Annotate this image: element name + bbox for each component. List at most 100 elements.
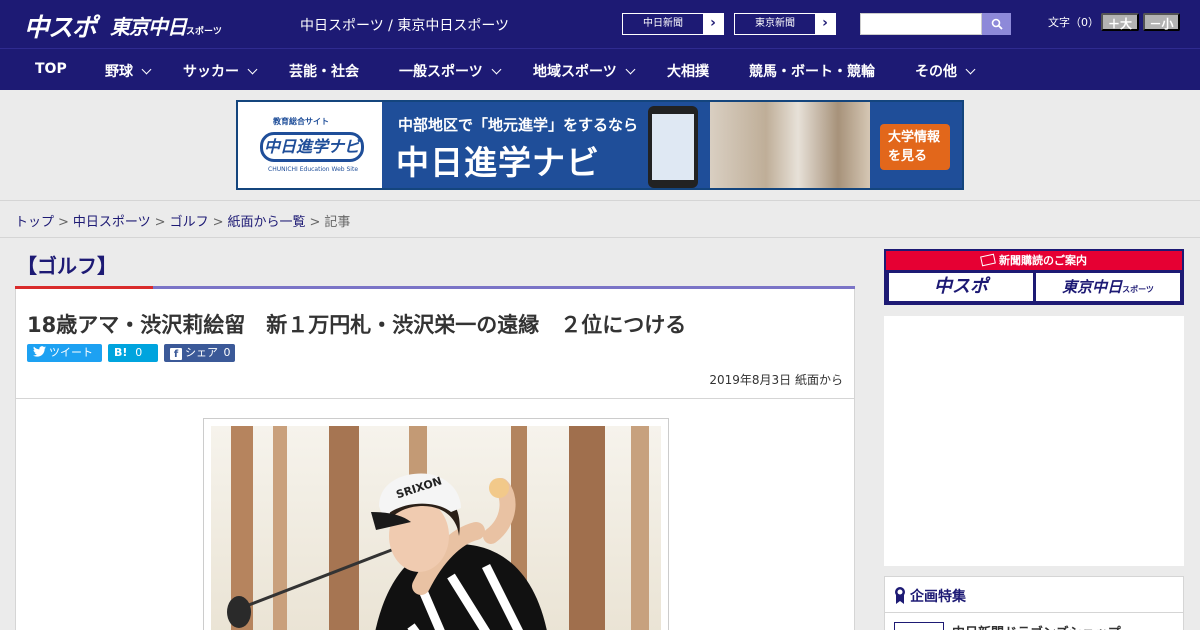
chunichi-shimbun-label: 中日新聞 <box>623 14 703 34</box>
article-divider <box>16 398 854 399</box>
nav-soccer-label: サッカー <box>183 64 239 80</box>
feature-title-text: 企画特集 <box>910 589 966 605</box>
category-title: 【ゴルフ】 <box>17 254 117 278</box>
ad-logo-subtitle: 教育総合サイト <box>273 117 329 126</box>
breadcrumb-current: 記事 <box>324 215 351 230</box>
facebook-share-label: シェア <box>185 346 218 359</box>
nav-regional-sports-label: 地域スポーツ <box>533 64 617 80</box>
tokyo-chunichi-logo[interactable]: 東京中日スポーツ <box>110 11 222 40</box>
chuspo-logo[interactable]: 中スポ <box>24 8 97 44</box>
tokyo-shimbun-label: 東京新聞 <box>735 14 815 34</box>
article-photo-frame: SRIXON <box>203 418 669 630</box>
article-headline: 18歳アマ・渋沢莉絵留 新１万円札・渋沢栄一の遠縁 ２位につける <box>27 313 687 337</box>
golfer-photo[interactable]: SRIXON <box>211 426 661 630</box>
breadcrumb: トップ > 中日スポーツ > ゴルフ > 紙面から一覧 > 記事 <box>0 200 1200 238</box>
search-button[interactable] <box>982 13 1011 35</box>
ribbon-icon <box>895 587 905 604</box>
sub-chuspo-logo: 中スポ <box>889 273 1033 301</box>
nav-baseball[interactable]: 野球 <box>105 61 152 81</box>
dragons-shop-link[interactable]: 中日新聞ドラゴンズショップ <box>952 622 1121 630</box>
ad-logo-english: CHUNICHI Education Web Site <box>268 166 359 173</box>
subscription-heading: 新聞購読のご案内 <box>886 251 1182 270</box>
nav-baseball-label: 野球 <box>105 64 133 80</box>
feature-divider <box>885 612 1183 613</box>
site-title: 中日スポーツ / 東京中日スポーツ <box>300 18 510 34</box>
nav-regional-sports[interactable]: 地域スポーツ <box>533 61 636 81</box>
subscription-heading-text: 新聞購読のご案内 <box>999 254 1087 267</box>
ad-cta-line2: を見る <box>888 149 928 164</box>
shingaku-navi-ad[interactable]: 教育総合サイト 中日進学ナビ CHUNICHI Education Web Si… <box>236 100 964 190</box>
nav-top-label: TOP <box>35 61 67 77</box>
nav-general-sports[interactable]: 一般スポーツ <box>399 61 502 81</box>
chevron-right-icon: › <box>815 14 835 34</box>
newspaper-icon <box>980 253 996 267</box>
ad-cta-button: 大学情報 を見る <box>880 124 950 170</box>
nav-entertainment-label: 芸能・社会 <box>289 64 359 80</box>
article: 18歳アマ・渋沢莉絵留 新１万円札・渋沢栄一の遠縁 ２位につける ツイート B!… <box>15 289 855 630</box>
nav-other-label: その他 <box>915 64 957 80</box>
nav-general-sports-label: 一般スポーツ <box>399 64 483 80</box>
chevron-down-icon <box>247 64 258 75</box>
breadcrumb-separator: > <box>58 215 69 230</box>
feature-section: 企画特集 中日新聞ドラゴンズショップ <box>884 576 1184 630</box>
subscription-banner[interactable]: 新聞購読のご案内 中スポ 東京中日スポーツ <box>884 249 1184 305</box>
students-photo <box>710 102 870 188</box>
chevron-down-icon <box>965 64 976 75</box>
breadcrumb-top[interactable]: トップ <box>15 215 54 230</box>
chevron-down-icon <box>491 64 502 75</box>
breadcrumb-chunichi-sports[interactable]: 中日スポーツ <box>73 215 151 230</box>
main-nav: TOP 野球 サッカー 芸能・社会 一般スポーツ 地域スポーツ 大相撲 競馬・ボ… <box>0 48 1200 90</box>
category-header: 【ゴルフ】 <box>15 250 855 289</box>
ad-title: 中日進学ナビ <box>396 143 600 182</box>
sub-tokyo-chunichi-text: 東京中日 <box>1062 278 1123 296</box>
twitter-bird-icon <box>33 346 46 357</box>
hatena-icon: B! <box>114 346 128 359</box>
nav-soccer[interactable]: サッカー <box>183 61 258 81</box>
facebook-icon: f <box>170 348 182 360</box>
hatena-count: 0 <box>135 346 143 359</box>
facebook-share-button[interactable]: f シェア 0 <box>164 344 235 362</box>
chunichi-shimbun-link[interactable]: 中日新聞 › <box>622 13 724 35</box>
article-date: 2019年8月3日 紙面から <box>709 373 843 387</box>
search-icon <box>991 18 1003 30</box>
golfer-illustration: SRIXON <box>211 426 661 630</box>
tweet-label: ツイート <box>49 346 93 359</box>
tokyo-chunichi-logo-text: 東京中日 <box>110 15 187 39</box>
ad-logo: 中日進学ナビ <box>260 132 364 162</box>
chevron-down-icon <box>141 64 152 75</box>
sub-tokyo-chunichi-suffix: スポーツ <box>1122 285 1154 294</box>
nav-other[interactable]: その他 <box>915 61 976 81</box>
breadcrumb-separator: > <box>309 215 321 230</box>
smartphone-image <box>648 106 698 188</box>
font-smaller-button[interactable]: －小 <box>1143 13 1180 31</box>
chevron-right-icon: › <box>703 14 723 34</box>
nav-entertainment[interactable]: 芸能・社会 <box>289 61 359 81</box>
ad-logo-panel: 教育総合サイト 中日進学ナビ CHUNICHI Education Web Si… <box>238 102 382 188</box>
tokyo-chunichi-logo-suffix: スポーツ <box>186 27 222 37</box>
breadcrumb-separator: > <box>212 215 224 230</box>
breadcrumb-golf[interactable]: ゴルフ <box>170 215 209 230</box>
font-size-label: 文字（0） <box>1048 16 1099 29</box>
chevron-down-icon <box>625 64 636 75</box>
sidebar-ad-slot <box>884 316 1184 566</box>
ad-cta-line1: 大学情報 <box>888 130 941 145</box>
facebook-share-count: 0 <box>223 346 231 359</box>
dragons-shop-thumbnail[interactable] <box>894 622 944 630</box>
tokyo-shimbun-link[interactable]: 東京新聞 › <box>734 13 836 35</box>
nav-sumo-label: 大相撲 <box>667 64 709 80</box>
nav-racing[interactable]: 競馬・ボート・競輪 <box>749 61 875 81</box>
nav-top[interactable]: TOP <box>35 61 67 77</box>
hatena-bookmark-button[interactable]: B! 0 <box>108 344 158 362</box>
feature-title: 企画特集 <box>894 586 966 606</box>
breadcrumb-paper-list[interactable]: 紙面から一覧 <box>228 215 306 230</box>
tweet-button[interactable]: ツイート <box>27 344 102 362</box>
ad-area: 教育総合サイト 中日進学ナビ CHUNICHI Education Web Si… <box>0 90 1200 200</box>
nav-racing-label: 競馬・ボート・競輪 <box>749 64 875 80</box>
font-bigger-button[interactable]: ＋大 <box>1101 13 1139 31</box>
breadcrumb-separator: > <box>154 215 166 230</box>
sub-tokyo-chunichi-logo: 東京中日スポーツ <box>1036 273 1180 301</box>
nav-sumo[interactable]: 大相撲 <box>667 61 709 81</box>
header-bar: 中スポ 東京中日スポーツ 中日スポーツ / 東京中日スポーツ 中日新聞 › 東京… <box>0 0 1200 48</box>
search-input[interactable] <box>860 13 982 35</box>
ad-headline: 中部地区で「地元進学」をするなら <box>398 116 639 134</box>
